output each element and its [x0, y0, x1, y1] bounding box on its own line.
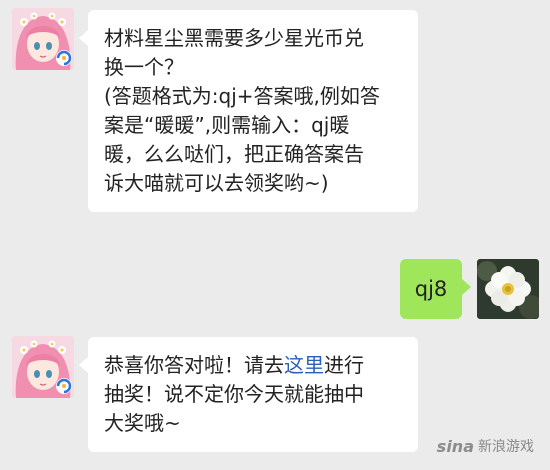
anime-girl-avatar-icon: [12, 8, 74, 70]
bot-message-bubble: 材料星尘黑需要多少星光币兑 换一个？ (答题格式为:qj+答案哦,例如答 案是“…: [79, 10, 418, 212]
message-line: 案是“暖暖”,则需输入：qj暖: [104, 113, 350, 137]
message-text: 恭喜你答对啦！请去: [104, 353, 284, 377]
message-line: 抽奖！说不定你今天就能抽中: [104, 382, 364, 406]
message-line: 大奖哦~: [104, 411, 181, 435]
message-line: 换一个？: [104, 55, 184, 79]
sina-watermark: sina 新浪游戏: [437, 436, 534, 456]
message-line: (答题格式为:qj+答案哦,例如答: [104, 84, 380, 108]
watermark-text: 新浪游戏: [478, 439, 534, 455]
user-avatar[interactable]: [477, 259, 539, 319]
prize-link[interactable]: 这里: [284, 353, 324, 377]
message-line: 材料星尘黑需要多少星光币兑: [104, 26, 364, 50]
flower-avatar-icon: [477, 259, 539, 319]
message-line: 暖，么么哒们，把正确答案告: [104, 142, 364, 166]
message-line: 诉大喵就可以去领奖哟~): [104, 171, 329, 195]
bot-avatar[interactable]: [12, 336, 74, 398]
message-text: qj8: [414, 276, 448, 301]
message-text: 进行: [324, 353, 364, 377]
bot-avatar[interactable]: [12, 8, 74, 70]
anime-girl-avatar-icon: [12, 336, 74, 398]
user-message-bubble: qj8: [400, 259, 471, 319]
message-line: 恭喜你答对啦！请去这里进行: [104, 351, 404, 380]
bot-message-bubble: 恭喜你答对啦！请去这里进行 抽奖！说不定你今天就能抽中 大奖哦~: [79, 337, 418, 452]
sina-logo: sina: [436, 436, 474, 456]
